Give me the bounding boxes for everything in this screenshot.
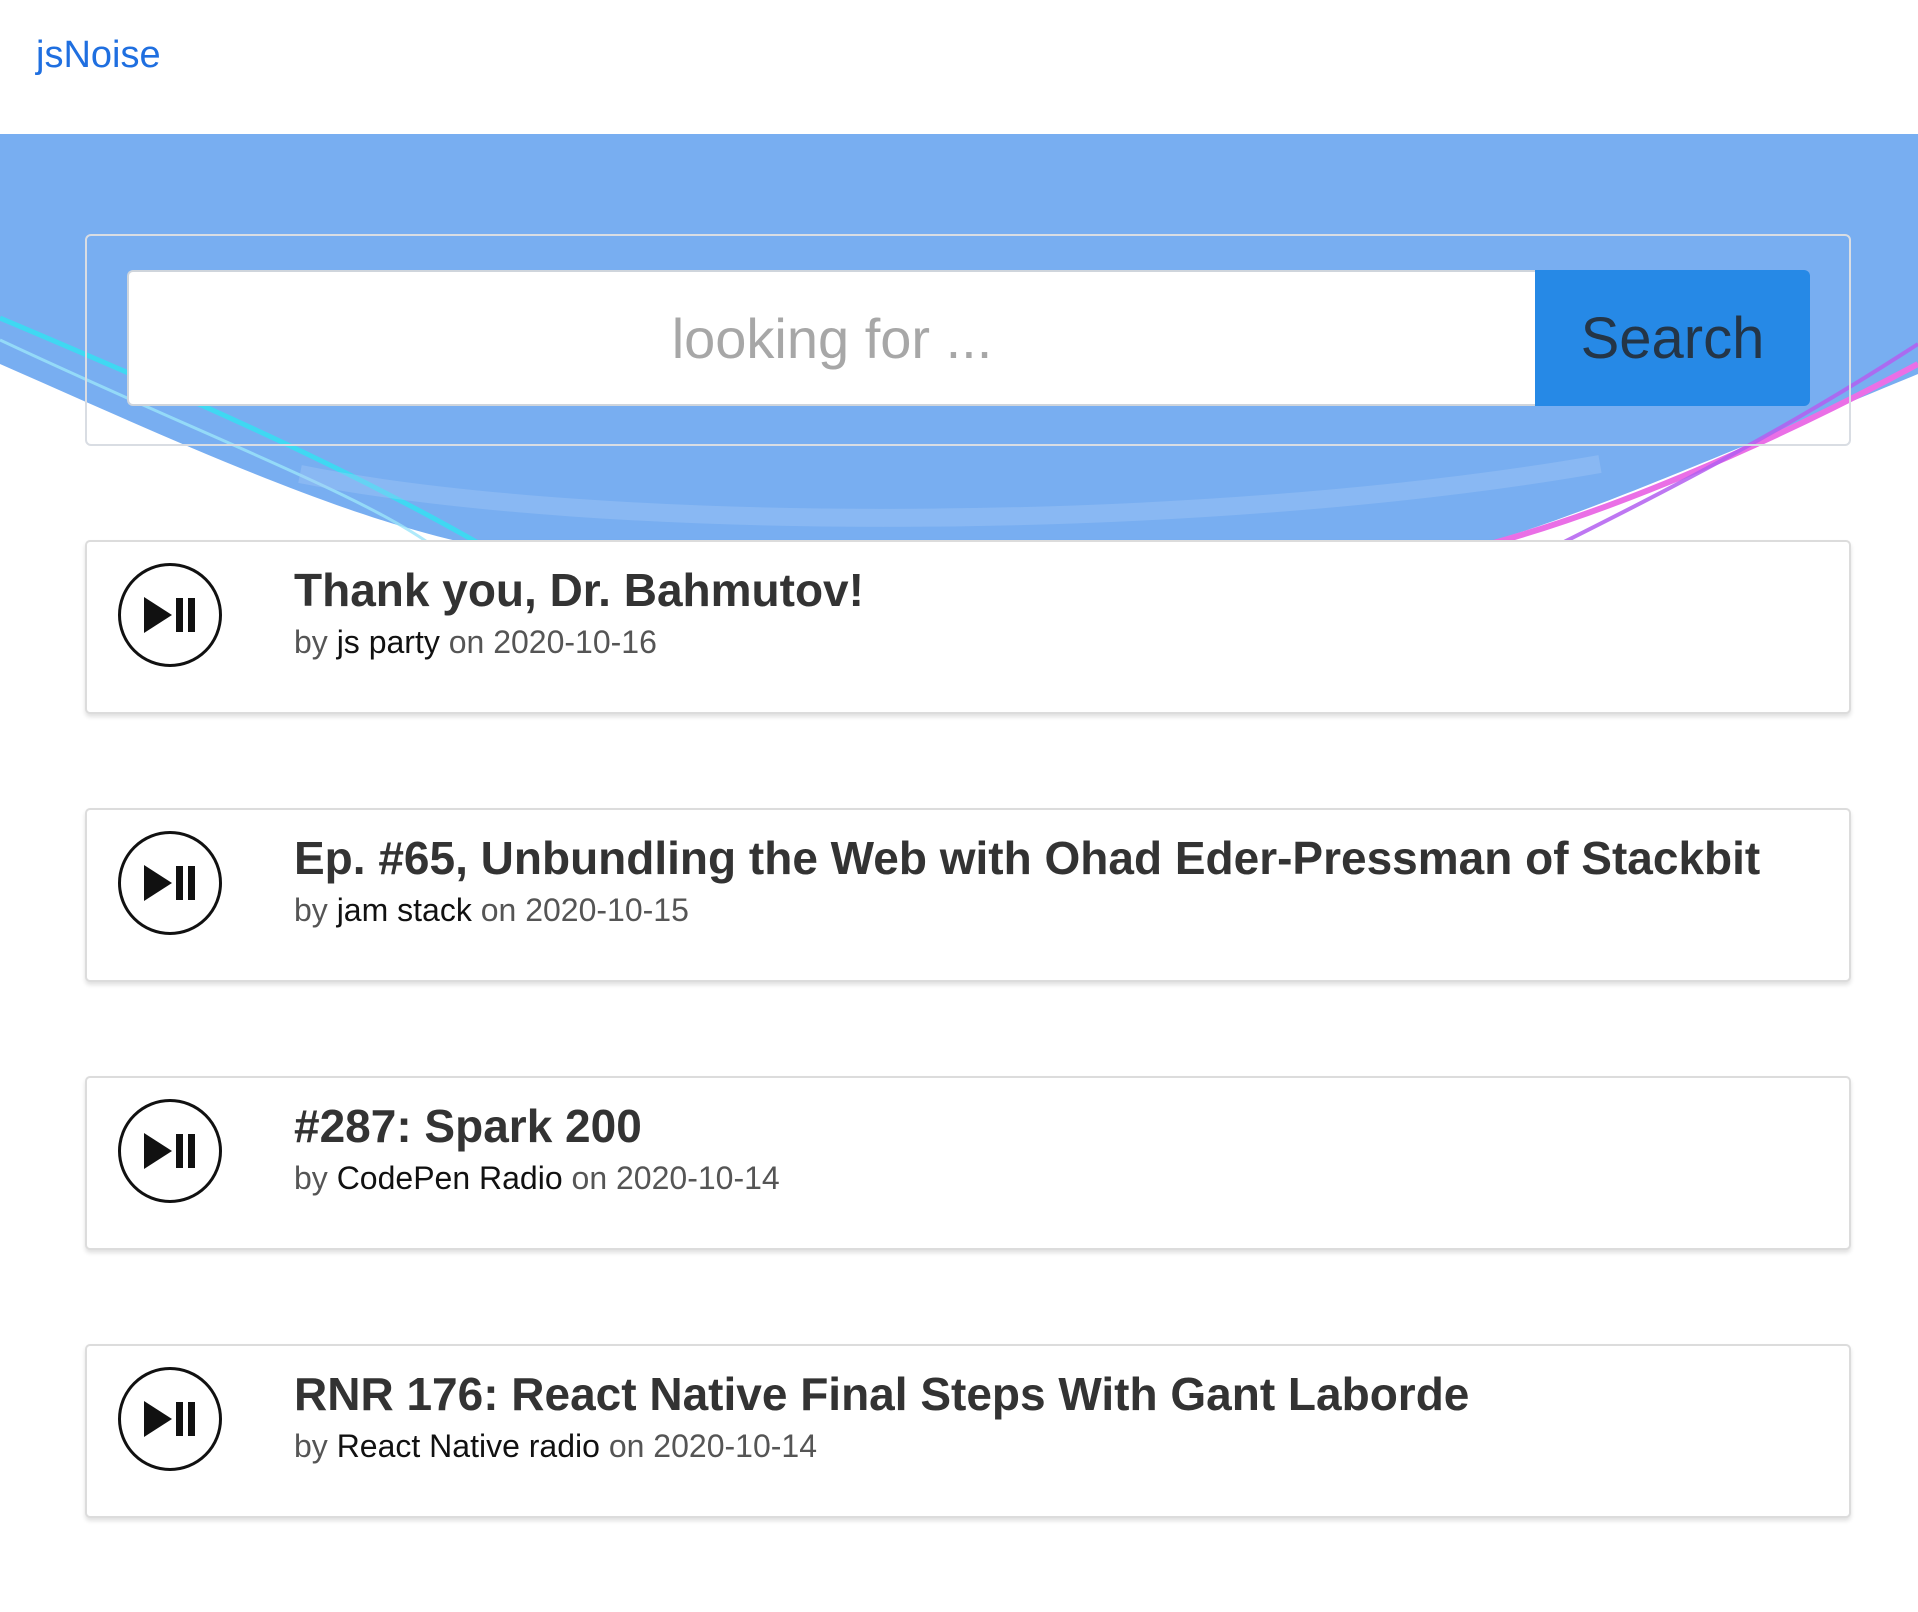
on-label: on xyxy=(480,892,517,928)
play-pause-icon xyxy=(144,1401,195,1437)
episode-list: Thank you, Dr. Bahmutov! by js party on … xyxy=(85,540,1851,1612)
episode-meta: by jam stack on 2020-10-15 xyxy=(294,890,689,930)
episode-card: Ep. #65, Unbundling the Web with Ohad Ed… xyxy=(85,808,1851,982)
episode-title[interactable]: Thank you, Dr. Bahmutov! xyxy=(294,562,864,618)
by-label: by xyxy=(294,1428,328,1464)
episode-date: 2020-10-16 xyxy=(493,624,657,660)
episode-author[interactable]: CodePen Radio xyxy=(337,1160,563,1196)
episode-title[interactable]: RNR 176: React Native Final Steps With G… xyxy=(294,1366,1469,1422)
play-pause-icon xyxy=(144,865,195,901)
search-input[interactable] xyxy=(127,270,1535,406)
episode-card: RNR 176: React Native Final Steps With G… xyxy=(85,1344,1851,1518)
play-pause-button[interactable] xyxy=(118,1099,222,1203)
episode-title[interactable]: #287: Spark 200 xyxy=(294,1098,642,1154)
on-label: on xyxy=(608,1428,645,1464)
episode-date: 2020-10-14 xyxy=(616,1160,780,1196)
play-pause-button[interactable] xyxy=(118,831,222,935)
episode-meta: by js party on 2020-10-16 xyxy=(294,622,657,662)
on-label: on xyxy=(571,1160,608,1196)
on-label: on xyxy=(448,624,485,660)
by-label: by xyxy=(294,624,328,660)
by-label: by xyxy=(294,1160,328,1196)
episode-meta: by React Native radio on 2020-10-14 xyxy=(294,1426,817,1466)
play-pause-button[interactable] xyxy=(118,563,222,667)
play-pause-icon xyxy=(144,1133,195,1169)
episode-card: Thank you, Dr. Bahmutov! by js party on … xyxy=(85,540,1851,714)
play-pause-button[interactable] xyxy=(118,1367,222,1471)
episode-title[interactable]: Ep. #65, Unbundling the Web with Ohad Ed… xyxy=(294,830,1760,886)
search-form: Search xyxy=(127,270,1810,406)
top-navbar: jsNoise xyxy=(0,0,1918,134)
episode-author[interactable]: jam stack xyxy=(337,892,472,928)
episode-date: 2020-10-14 xyxy=(653,1428,817,1464)
episode-card: #287: Spark 200 by CodePen Radio on 2020… xyxy=(85,1076,1851,1250)
by-label: by xyxy=(294,892,328,928)
episode-author[interactable]: js party xyxy=(337,624,440,660)
episode-date: 2020-10-15 xyxy=(525,892,689,928)
episode-author[interactable]: React Native radio xyxy=(337,1428,600,1464)
episode-meta: by CodePen Radio on 2020-10-14 xyxy=(294,1158,780,1198)
play-pause-icon xyxy=(144,597,195,633)
search-button[interactable]: Search xyxy=(1535,270,1810,406)
brand-link[interactable]: jsNoise xyxy=(36,32,161,78)
